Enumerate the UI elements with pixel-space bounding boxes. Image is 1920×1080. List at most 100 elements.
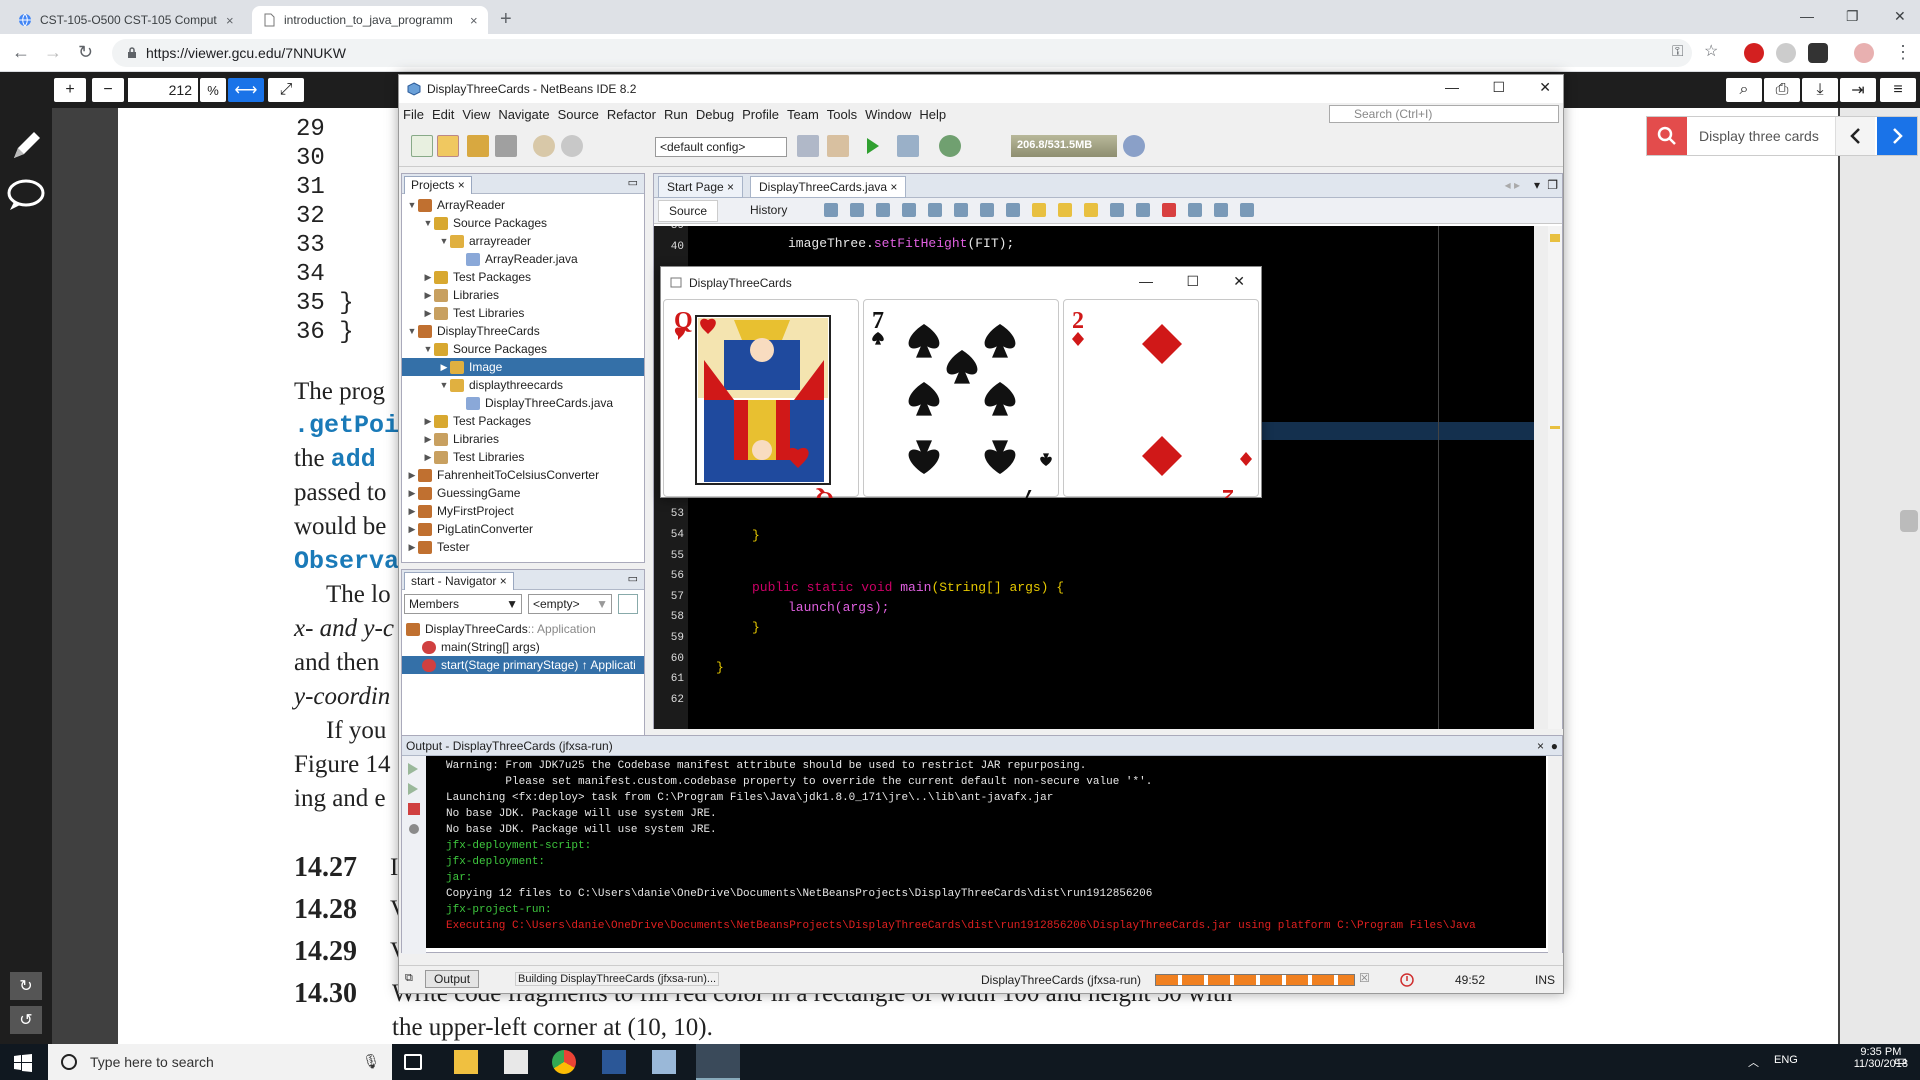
stop-macro-icon[interactable] — [1188, 203, 1202, 217]
pencil-icon[interactable] — [8, 128, 44, 164]
close-output-icon[interactable]: × — [1537, 739, 1544, 753]
menu-debug[interactable]: Debug — [696, 107, 734, 122]
collapsed-arrow-icon[interactable]: ▶ — [406, 542, 418, 553]
navigator-item[interactable]: start(Stage primaryStage) ↑ Applicati — [402, 656, 644, 674]
menu-navigate[interactable]: Navigate — [498, 107, 549, 122]
debug-icon[interactable] — [897, 135, 919, 157]
output-console[interactable]: Warning: From JDK7u25 the Codebase manif… — [426, 756, 1546, 948]
editor-vscroll[interactable] — [1534, 226, 1548, 729]
netbeans-taskbar-icon[interactable] — [652, 1050, 676, 1074]
toggle-bookmark-icon[interactable] — [1084, 203, 1098, 217]
browser-tab-pdf[interactable]: introduction_to_java_programm × — [252, 6, 488, 34]
back-icon[interactable] — [824, 203, 838, 217]
output-toggle-button[interactable]: Output — [425, 970, 480, 988]
close-tab-icon[interactable]: × — [226, 13, 234, 28]
tree-item[interactable]: ▼ arrayreader — [402, 232, 644, 250]
memory-indicator[interactable]: 206.8/531.5MB — [1011, 135, 1117, 157]
rotate-cw-button[interactable]: ↻ — [10, 972, 42, 1000]
expanded-arrow-icon[interactable]: ▼ — [438, 236, 450, 246]
fit-page-icon[interactable]: ⤢ — [268, 78, 304, 102]
warning-marker[interactable] — [1550, 426, 1560, 429]
tray-chevron-icon[interactable]: ︿ — [1748, 1054, 1759, 1070]
maximize-icon[interactable]: ☐ — [1186, 273, 1199, 290]
menu-refactor[interactable]: Refactor — [607, 107, 656, 122]
search-icon[interactable] — [1647, 117, 1687, 155]
new-project-icon[interactable] — [437, 135, 459, 157]
key-icon[interactable]: ⚿ — [1672, 43, 1683, 61]
tree-item[interactable]: ▶ Tester — [402, 538, 644, 556]
fit-width-button[interactable]: ⟷ — [228, 78, 264, 102]
shift-left-icon[interactable] — [1110, 203, 1124, 217]
close-window-icon[interactable]: ✕ — [1894, 8, 1906, 25]
java-taskbar-icon[interactable] — [696, 1044, 740, 1080]
collapsed-arrow-icon[interactable]: ▶ — [422, 272, 434, 283]
filter-select[interactable]: <empty> ▼ — [528, 594, 612, 614]
file-explorer-icon[interactable] — [454, 1050, 478, 1074]
expanded-arrow-icon[interactable]: ▼ — [422, 218, 434, 228]
collapsed-arrow-icon[interactable]: ▶ — [422, 434, 434, 445]
maximize-icon[interactable]: ☐ — [1492, 79, 1505, 96]
tree-item[interactable]: ▼ displaythreecards — [402, 376, 644, 394]
clean-build-icon[interactable] — [827, 135, 849, 157]
tree-item[interactable]: ▶ Image — [402, 358, 644, 376]
microphone-icon[interactable]: 🎙 — [362, 1053, 380, 1070]
navigator-item[interactable]: DisplayThreeCards :: Application — [402, 620, 644, 638]
windows-start-icon[interactable] — [14, 1054, 32, 1072]
collapsed-arrow-icon[interactable]: ▶ — [422, 290, 434, 301]
prev-bookmark-icon[interactable] — [1032, 203, 1046, 217]
star-icon[interactable]: ☆ — [1704, 43, 1718, 61]
language-indicator[interactable]: ENG — [1774, 1054, 1798, 1066]
rerun-with-params-icon[interactable] — [406, 782, 422, 796]
minimize-icon[interactable]: — — [1445, 79, 1459, 95]
minimize-icon[interactable]: — — [1139, 273, 1153, 289]
tree-item[interactable]: ▶ FahrenheitToCelsiusConverter — [402, 466, 644, 484]
comment-icon[interactable] — [6, 178, 46, 212]
minimize-panel-icon[interactable]: ▭ — [628, 176, 638, 189]
history-button[interactable]: History — [740, 200, 797, 222]
tree-item[interactable]: ▶ Libraries — [402, 286, 644, 304]
run-play-icon[interactable] — [861, 135, 883, 157]
collapsed-arrow-icon[interactable]: ▶ — [422, 416, 434, 427]
shift-right-icon[interactable] — [1136, 203, 1150, 217]
find-icon[interactable] — [902, 203, 916, 217]
tree-item[interactable]: ▶ Test Libraries — [402, 304, 644, 322]
expanded-arrow-icon[interactable]: ▼ — [406, 326, 418, 336]
tab-start-page[interactable]: Start Page × — [658, 176, 744, 198]
gc-icon[interactable] — [1123, 135, 1145, 157]
expanded-arrow-icon[interactable]: ▼ — [422, 344, 434, 354]
adblock-icon[interactable] — [1744, 43, 1764, 63]
new-tab-button[interactable]: + — [500, 8, 512, 31]
download-icon[interactable]: ⤓ — [1802, 78, 1838, 102]
zoom-input[interactable]: 212 — [128, 78, 198, 102]
tree-item[interactable]: ▶ Test Packages — [402, 268, 644, 286]
taskbar-search[interactable]: Type here to search 🎙 — [48, 1044, 392, 1080]
store-icon[interactable] — [504, 1050, 528, 1074]
scroll-thumb[interactable] — [1900, 510, 1918, 532]
close-window-icon[interactable]: ✕ — [1233, 273, 1245, 290]
maximize-editor-icon[interactable]: ❐ — [1547, 178, 1558, 192]
find-prev-icon[interactable] — [928, 203, 942, 217]
output-vscroll[interactable] — [1548, 756, 1562, 954]
uncomment-icon[interactable] — [1240, 203, 1254, 217]
tree-item[interactable]: ▼ Source Packages — [402, 214, 644, 232]
word-icon[interactable] — [602, 1050, 626, 1074]
rotate-ccw-button[interactable]: ↺ — [10, 1006, 42, 1034]
menu-file[interactable]: File — [403, 107, 424, 122]
tree-item[interactable]: ▼ DisplayThreeCards — [402, 322, 644, 340]
toggle-rect-select-icon[interactable] — [1006, 203, 1020, 217]
extension-icon[interactable] — [1776, 43, 1796, 63]
start-macro-icon[interactable] — [1162, 203, 1176, 217]
cancel-task-icon[interactable]: ☒ — [1359, 971, 1370, 985]
expanded-arrow-icon[interactable]: ▼ — [438, 380, 450, 390]
collapsed-arrow-icon[interactable]: ▶ — [422, 452, 434, 463]
close-tab-icon[interactable]: × — [470, 13, 478, 28]
menu-tools[interactable]: Tools — [827, 107, 857, 122]
find-next-button[interactable] — [1877, 117, 1917, 155]
warning-marker[interactable] — [1550, 234, 1560, 242]
tree-item[interactable]: ▶ Test Packages — [402, 412, 644, 430]
collapsed-arrow-icon[interactable]: ▶ — [438, 362, 450, 373]
last-edit-icon[interactable] — [876, 203, 890, 217]
settings-icon[interactable] — [406, 822, 422, 836]
collapsed-arrow-icon[interactable]: ▶ — [422, 308, 434, 319]
new-file-icon[interactable] — [411, 135, 433, 157]
